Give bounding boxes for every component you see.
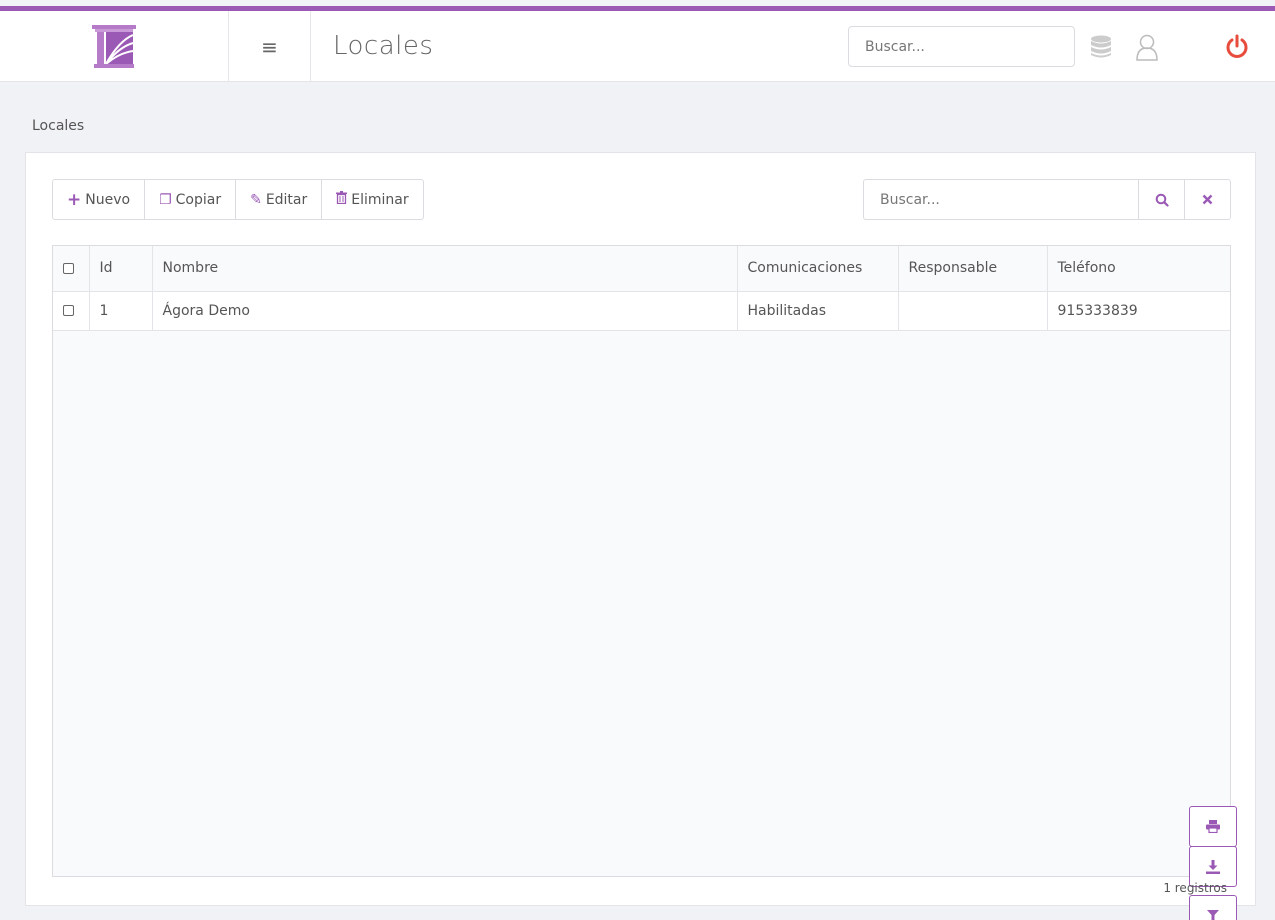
column-header-responsable[interactable]: Responsable xyxy=(898,246,1048,292)
plus-icon: + xyxy=(67,189,82,210)
cell-nombre: Ágora Demo xyxy=(152,291,738,331)
cell-telefono: 915333839 xyxy=(1047,291,1230,331)
cell-responsable xyxy=(898,291,1048,331)
locales-table: Id Nombre Comunicaciones Responsable Tel… xyxy=(53,246,1230,331)
cell-comunicaciones: Habilitadas xyxy=(737,291,899,331)
logout-button[interactable] xyxy=(1222,11,1252,82)
top-bar: ≡ Locales xyxy=(0,11,1275,82)
menu-toggle-button[interactable]: ≡ xyxy=(229,11,311,82)
edit-button-label: Editar xyxy=(265,191,308,208)
filter-icon xyxy=(1207,909,1219,920)
row-checkbox-cell[interactable] xyxy=(53,291,90,331)
power-icon xyxy=(1226,34,1248,58)
column-header-nombre[interactable]: Nombre xyxy=(152,246,738,292)
logo[interactable] xyxy=(0,11,229,82)
new-button[interactable]: + Nuevo xyxy=(53,180,146,219)
download-icon xyxy=(1206,859,1220,874)
delete-button-label: Eliminar xyxy=(351,191,409,208)
user-button[interactable] xyxy=(1132,11,1162,82)
cell-id: 1 xyxy=(89,291,153,331)
table-search-input[interactable] xyxy=(864,180,1138,219)
copy-icon: ❐ xyxy=(159,191,172,208)
main-panel: + Nuevo ❐ Copiar ✎ Editar Eliminar Busca… xyxy=(25,152,1256,920)
trash-icon xyxy=(336,191,348,208)
record-count: 1 registros xyxy=(1163,881,1227,895)
select-all-checkbox-cell[interactable] xyxy=(53,246,90,292)
delete-button[interactable]: Eliminar xyxy=(322,180,422,219)
data-grid: Id Nombre Comunicaciones Responsable Tel… xyxy=(52,245,1237,920)
table-search-group xyxy=(863,179,1231,220)
filter-button[interactable] xyxy=(1189,895,1237,920)
clear-icon xyxy=(1202,194,1213,205)
database-icon xyxy=(1091,35,1111,57)
copy-button-label: Copiar xyxy=(175,191,222,208)
page-title: Locales xyxy=(333,31,434,61)
column-header-id[interactable]: Id xyxy=(89,246,153,292)
select-all-checkbox[interactable] xyxy=(63,262,74,274)
row-checkbox[interactable] xyxy=(63,305,74,316)
building-logo-icon xyxy=(92,24,136,68)
column-header-telefono[interactable]: Teléfono xyxy=(1047,246,1230,292)
edit-icon: ✎ xyxy=(250,191,262,208)
edit-button[interactable]: ✎ Editar xyxy=(236,180,323,219)
action-toolbar: + Nuevo ❐ Copiar ✎ Editar Eliminar xyxy=(52,179,424,220)
search-button[interactable] xyxy=(1138,180,1184,219)
menu-icon: ≡ xyxy=(261,34,278,59)
breadcrumb: Locales xyxy=(32,118,85,134)
copy-button[interactable]: ❐ Copiar xyxy=(145,180,237,219)
database-button[interactable] xyxy=(1086,11,1116,82)
print-icon xyxy=(1206,820,1220,833)
search-icon xyxy=(1155,193,1169,207)
user-icon xyxy=(1136,34,1158,61)
header-search-input[interactable] xyxy=(848,26,1075,67)
new-button-label: Nuevo xyxy=(85,191,131,208)
table-header-row: Id Nombre Comunicaciones Responsable Tel… xyxy=(53,246,1230,292)
print-button[interactable] xyxy=(1189,806,1237,847)
table-row[interactable]: 1 Ágora Demo Habilitadas 915333839 xyxy=(53,291,1230,331)
column-header-comunicaciones[interactable]: Comunicaciones xyxy=(737,246,899,292)
clear-search-button[interactable] xyxy=(1184,180,1230,219)
